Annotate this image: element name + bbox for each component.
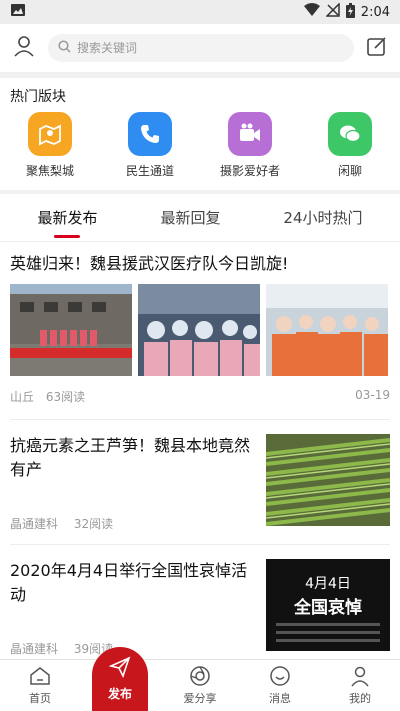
article-author: 晶通建科 [10, 642, 59, 656]
nav-share-label: 爱分享 [183, 692, 217, 705]
bottom-nav: 首页 爱分享 消息 我的 发布 [0, 647, 400, 711]
phone-icon [128, 112, 172, 156]
search-input[interactable] [77, 41, 344, 55]
nav-mine-label: 我的 [349, 692, 371, 705]
article-author: 晶通建科 [10, 517, 59, 531]
nav-mine[interactable]: 我的 [320, 660, 400, 711]
home-icon [29, 664, 51, 688]
status-bar: 2:04 [0, 0, 400, 24]
map-icon [28, 112, 72, 156]
battery-icon [345, 2, 355, 22]
search-bar[interactable] [48, 34, 354, 62]
wifi-icon [303, 3, 320, 21]
user-icon[interactable] [12, 34, 36, 62]
thumbnail-fine-print [276, 631, 380, 634]
article-photo [266, 284, 388, 376]
search-icon [58, 40, 71, 56]
publish-label: 发布 [107, 687, 132, 701]
edit-icon[interactable] [366, 35, 388, 61]
thumbnail-text-line2: 全国哀悼 [294, 598, 362, 618]
nav-messages[interactable]: 消息 [240, 660, 320, 711]
camera-icon [228, 112, 272, 156]
message-icon [269, 664, 291, 688]
article-thumbnail [266, 434, 390, 526]
profile-icon [349, 664, 371, 688]
tab-latest-replies[interactable]: 最新回复 [160, 195, 220, 240]
hot-item-livelihood[interactable]: 民生通道 [110, 112, 190, 190]
gallery-icon [10, 3, 26, 21]
feed-tabs: 最新发布 最新回复 24小时热门 [0, 194, 400, 242]
status-time: 2:04 [360, 4, 390, 20]
thumbnail-fine-print [276, 623, 380, 626]
hot-item-label: 摄影爱好者 [219, 164, 280, 178]
hot-item-label: 聚焦梨城 [25, 164, 74, 178]
publish-button[interactable]: 发布 [92, 647, 148, 711]
article-item[interactable]: 2020年4月4日举行全国性哀悼活动 晶通建科 39阅读 4月4日 全国哀悼 [0, 545, 400, 669]
article-item[interactable]: 抗癌元素之王芦笋！魏县本地竟然有产 晶通建科 32阅读 [0, 420, 400, 544]
chat-icon [328, 112, 372, 156]
article-author: 山丘 [10, 390, 35, 404]
article-reads: 32阅读 [73, 517, 114, 531]
nav-home-label: 首页 [29, 692, 51, 705]
hot-sections-title: 热门版块 [10, 89, 66, 105]
article-photo [10, 284, 132, 376]
hot-item-focus-city[interactable]: 聚焦梨城 [10, 112, 90, 190]
article-title: 抗癌元素之王芦笋！魏县本地竟然有产 [10, 436, 251, 479]
nav-messages-label: 消息 [269, 692, 291, 705]
article-reads: 63阅读 [45, 390, 86, 404]
nav-home[interactable]: 首页 [0, 660, 80, 711]
aperture-icon [189, 664, 211, 688]
tab-latest-posts[interactable]: 最新发布 [37, 195, 97, 240]
hot-item-photography[interactable]: 摄影爱好者 [210, 112, 290, 190]
article-item[interactable]: 英雄归来！魏县援武汉医疗队今日凯旋! 山丘 63阅读 03-19 [0, 242, 400, 419]
hot-item-label: 闲聊 [337, 164, 362, 178]
article-meta: 山丘 63阅读 03-19 [10, 376, 390, 419]
tab-24h-hot[interactable]: 24小时热门 [283, 195, 362, 240]
hot-sections: 热门版块 聚焦梨城 民生通道 摄影爱好者 闲聊 [0, 78, 400, 190]
article-images [10, 284, 390, 376]
article-date: 03-19 [355, 388, 390, 402]
header [0, 24, 400, 72]
thumbnail-text-line1: 4月4日 [305, 576, 351, 592]
nav-share[interactable]: 爱分享 [160, 660, 240, 711]
article-title: 2020年4月4日举行全国性哀悼活动 [10, 561, 248, 604]
send-icon [108, 656, 131, 681]
no-signal-icon [324, 2, 340, 21]
article-meta: 晶通建科 32阅读 [10, 515, 254, 532]
article-title: 英雄归来！魏县援武汉医疗队今日凯旋! [10, 254, 289, 273]
article-thumbnail: 4月4日 全国哀悼 [266, 559, 390, 651]
hot-item-chat[interactable]: 闲聊 [310, 112, 390, 190]
thumbnail-fine-print [276, 639, 380, 642]
hot-item-label: 民生通道 [125, 164, 174, 178]
article-photo [138, 284, 260, 376]
